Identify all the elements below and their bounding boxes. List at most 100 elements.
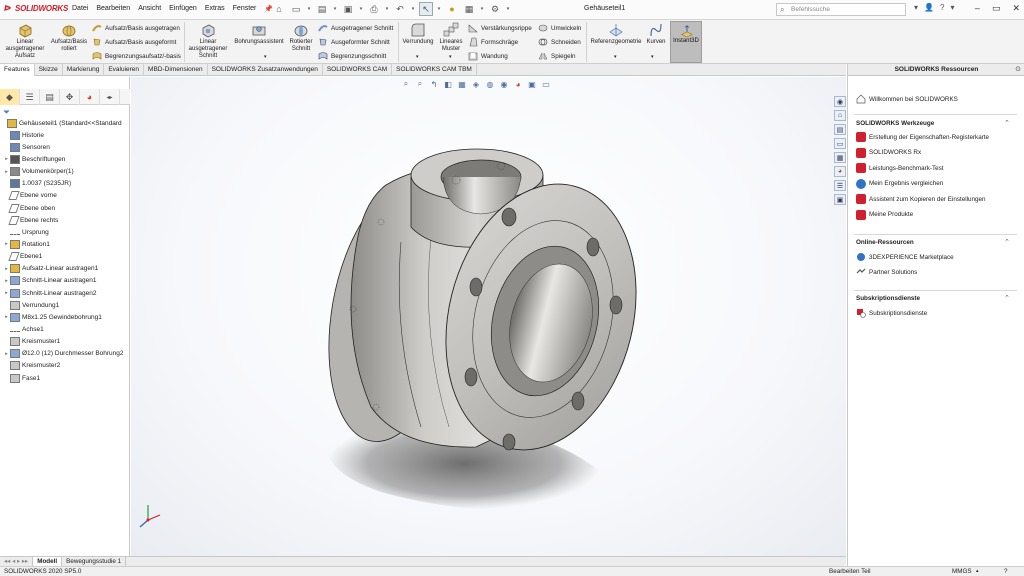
marketplace-link[interactable]: 3DEXPERIENCE Marketplace xyxy=(856,252,954,262)
resources-tab-icon[interactable]: ◉ xyxy=(834,96,846,107)
menu-ansicht[interactable]: Ansicht xyxy=(138,5,161,13)
rib-button[interactable]: Verstärkungsrippe xyxy=(468,23,532,33)
tab-features[interactable]: Features xyxy=(0,64,35,76)
dropdown-chevron[interactable]: ▾ xyxy=(449,54,452,60)
tree-item[interactable]: 1.0037 (S235JR) xyxy=(0,178,130,190)
lofted-cut-button[interactable]: Ausgeformter Schnitt xyxy=(318,37,390,47)
home-icon[interactable]: ⌂ xyxy=(272,2,286,16)
view-palette-icon[interactable]: ▭ xyxy=(834,138,846,149)
collapse-icon[interactable]: ⌃ xyxy=(1004,294,1010,302)
curves-button[interactable]: Kurven xyxy=(644,22,668,46)
welcome-link[interactable]: Willkommen bei SOLIDWORKS xyxy=(856,94,958,104)
expand-toggle-icon[interactable]: ▸ xyxy=(3,241,10,247)
tool-link[interactable]: Meine Produkte xyxy=(856,209,913,220)
menu-fenster[interactable]: Fenster xyxy=(233,5,257,13)
select-cursor-icon[interactable]: ↖ xyxy=(419,2,433,16)
appearances-icon[interactable]: ▦ xyxy=(834,152,846,163)
tree-item[interactable]: ▸ Ø12.0 (12) Durchmesser Bohrung2 xyxy=(0,348,130,360)
tree-item[interactable]: Verrundung1 xyxy=(0,299,130,311)
tools-section-header[interactable]: SOLIDWORKS Werkzeuge ⌃ xyxy=(856,120,1010,127)
dropdown-chevron[interactable]: ▾ xyxy=(416,54,419,60)
tree-item[interactable]: ▸ Aufsatz-Linear austragen1 xyxy=(0,263,130,275)
expand-toggle-icon[interactable]: ▸ xyxy=(3,351,10,357)
user-icon[interactable]: 👤 xyxy=(924,3,934,12)
collapse-icon[interactable]: ⌃ xyxy=(1004,238,1010,246)
instant3d-button[interactable]: Instant3D xyxy=(670,21,702,63)
revolve-boss-button[interactable]: Aufsatz/Basis rotiert xyxy=(50,22,88,53)
tab-sketch[interactable]: Skizze xyxy=(35,64,63,76)
tree-item[interactable]: Ursprung xyxy=(0,226,130,238)
revolved-cut-button[interactable]: Rotierter Schnitt xyxy=(286,22,316,53)
chevron-down-icon[interactable]: ▾ xyxy=(410,2,416,16)
tree-item[interactable]: ▸ Volumenkörper(1) xyxy=(0,166,130,178)
tab-addins[interactable]: SOLIDWORKS Zusatzanwendungen xyxy=(208,64,323,76)
tool-link[interactable]: Mein Ergebnis vergleichen xyxy=(856,178,943,189)
boundary-boss-button[interactable]: Begrenzungsaufsatz/-basis xyxy=(92,51,181,61)
expand-toggle-icon[interactable]: ▸ xyxy=(3,314,10,320)
chevron-down-icon[interactable]: ▾ xyxy=(436,2,442,16)
hole-wizard-button[interactable]: Bohrungsassistent xyxy=(232,22,286,46)
menu-einfuegen[interactable]: Einfügen xyxy=(169,5,197,13)
expand-toggle-icon[interactable]: ▸ xyxy=(3,156,10,162)
display-manager-icon[interactable]: ◕ xyxy=(80,89,100,105)
tool-link[interactable]: SOLIDWORKS Rx xyxy=(856,147,921,158)
solidworks-forum-icon[interactable]: ▣ xyxy=(834,194,846,205)
tab-evaluate[interactable]: Evaluieren xyxy=(104,64,145,76)
property-manager-icon[interactable]: ☰ xyxy=(20,89,40,105)
new-document-icon[interactable]: ▭ xyxy=(289,2,303,16)
expand-toggle-icon[interactable]: ▸ xyxy=(3,278,10,284)
tree-item[interactable]: Achse1 xyxy=(0,323,130,335)
tree-item[interactable]: Ebene vorne xyxy=(0,190,130,202)
solidworks-logo[interactable]: ᐅ SOLIDWORKS xyxy=(4,4,68,13)
wrap-button[interactable]: Umwickeln xyxy=(538,23,581,33)
tree-item[interactable]: ▸ Schnitt-Linear austragen2 xyxy=(0,287,130,299)
tree-item[interactable]: ▸ Schnitt-Linear austragen1 xyxy=(0,275,130,287)
chevron-up-icon[interactable]: ▴ xyxy=(976,568,979,574)
tab-mbd-dimensions[interactable]: MBD-Dimensionen xyxy=(144,64,208,76)
maximize-icon[interactable]: ▭ xyxy=(992,3,1001,14)
dropdown-chevron[interactable]: ▾ xyxy=(264,54,267,60)
chevron-down-icon[interactable]: ▾ xyxy=(358,2,364,16)
chevron-down-icon[interactable]: ▾ xyxy=(914,3,918,12)
online-section-header[interactable]: Online-Ressourcen ⌃ xyxy=(856,239,1010,246)
tab-cam-tbm[interactable]: SOLIDWORKS CAM TBM xyxy=(392,64,477,76)
draft-button[interactable]: Formschräge xyxy=(468,37,518,47)
tree-item[interactable]: Ebene1 xyxy=(0,251,130,263)
menu-bearbeiten[interactable]: Bearbeiten xyxy=(96,5,130,13)
boundary-cut-button[interactable]: Begrenzungsschnitt xyxy=(318,51,386,61)
expand-toggle-icon[interactable]: ▸ xyxy=(3,169,10,175)
unit-system-selector[interactable]: MMGS xyxy=(952,568,972,575)
forum-icon[interactable]: ☰ xyxy=(834,180,846,191)
command-search-input[interactable]: ⌕ Befehlssuche xyxy=(776,3,906,16)
collapse-icon[interactable]: ⌃ xyxy=(1004,119,1010,127)
tab-cam[interactable]: SOLIDWORKS CAM xyxy=(323,64,393,76)
chevron-down-icon[interactable]: ▾ xyxy=(950,3,954,12)
tree-item[interactable]: Ebene rechts xyxy=(0,214,130,226)
close-icon[interactable]: ✕ xyxy=(1012,3,1020,14)
menu-extras[interactable]: Extras xyxy=(205,5,225,13)
tree-item[interactable]: Kreismuster1 xyxy=(0,336,130,348)
tree-item[interactable]: ▸ Rotation1 xyxy=(0,238,130,250)
pin-icon[interactable]: ⊙ xyxy=(1015,65,1021,73)
tree-item[interactable]: Fase1 xyxy=(0,372,130,384)
expand-toggle-icon[interactable]: ▸ xyxy=(3,266,10,272)
scroll-arrows-icon[interactable]: ◂▸ xyxy=(100,89,120,105)
part-model[interactable] xyxy=(131,77,846,556)
dimxpert-icon[interactable]: ✥ xyxy=(60,89,80,105)
chevron-down-icon[interactable]: ▾ xyxy=(479,2,485,16)
tree-item[interactable]: Historie xyxy=(0,129,130,141)
linear-boss-button[interactable]: Linear ausgetragener Aufsatz xyxy=(2,22,48,60)
menu-datei[interactable]: Datei xyxy=(72,5,88,13)
undo-icon[interactable]: ↶ xyxy=(393,2,407,16)
configuration-manager-icon[interactable]: ▤ xyxy=(40,89,60,105)
tree-item[interactable]: Sensoren xyxy=(0,141,130,153)
chevron-down-icon[interactable]: ▾ xyxy=(505,2,511,16)
tree-item[interactable]: Ebene oben xyxy=(0,202,130,214)
design-library-icon[interactable]: ⌂ xyxy=(834,110,846,121)
linear-pattern-button[interactable]: Lineares Muster xyxy=(436,22,466,53)
tool-link[interactable]: Assistent zum Kopieren der Einstellungen xyxy=(856,194,986,204)
options-gear-icon[interactable]: ⚙ xyxy=(488,2,502,16)
custom-properties-icon[interactable]: ◕ xyxy=(834,166,846,177)
partner-solutions-link[interactable]: Partner Solutions xyxy=(856,267,917,277)
status-help-icon[interactable]: ? xyxy=(1004,568,1008,575)
